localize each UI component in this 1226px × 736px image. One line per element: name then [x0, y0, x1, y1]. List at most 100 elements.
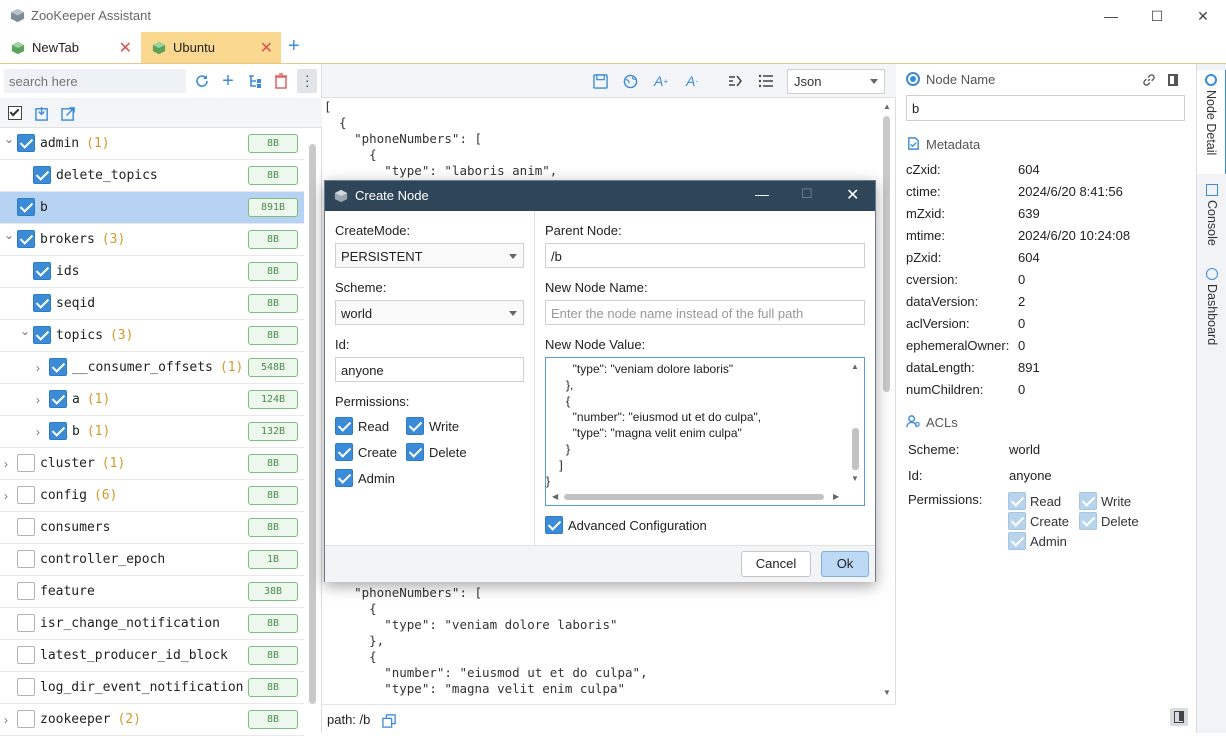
- node-checkbox[interactable]: [17, 486, 35, 504]
- tab-newtab[interactable]: NewTab ✕: [0, 32, 140, 63]
- tree-scrollbar[interactable]: [309, 144, 316, 704]
- dialog-close-icon[interactable]: ✕: [846, 185, 859, 205]
- tree-row[interactable]: b 891B: [0, 192, 304, 224]
- node-checkbox[interactable]: [49, 422, 67, 440]
- tree-row[interactable]: ids 8B: [0, 256, 304, 288]
- node-checkbox[interactable]: [33, 326, 51, 344]
- tree-row[interactable]: seqid 8B: [0, 288, 304, 320]
- tree-row[interactable]: log_dir_event_notification 8B: [0, 672, 304, 704]
- node-checkbox[interactable]: [17, 614, 35, 632]
- scroll-right-icon[interactable]: ▶: [833, 492, 839, 501]
- close-window-button[interactable]: ✕: [1180, 0, 1226, 32]
- new-node-name-input[interactable]: Enter the node name instead of the full …: [545, 300, 865, 325]
- chevron-down-icon[interactable]: ⌄: [20, 324, 30, 338]
- ok-button[interactable]: Ok: [821, 551, 869, 577]
- delete-checkbox[interactable]: [406, 443, 424, 461]
- value-scrollbar[interactable]: [852, 428, 859, 470]
- create-checkbox[interactable]: [335, 443, 353, 461]
- scroll-down-icon[interactable]: ▼: [883, 688, 891, 697]
- node-checkbox[interactable]: [17, 518, 35, 536]
- node-checkbox[interactable]: [17, 134, 35, 152]
- close-tab-icon[interactable]: ✕: [260, 38, 273, 58]
- chevron-right-icon[interactable]: ›: [36, 425, 46, 439]
- more-options-button[interactable]: · · ·: [297, 68, 317, 93]
- node-checkbox[interactable]: [17, 678, 35, 696]
- node-checkbox[interactable]: [49, 358, 67, 376]
- list-icon[interactable]: [757, 72, 775, 90]
- save-icon[interactable]: [591, 72, 609, 90]
- admin-checkbox[interactable]: [335, 469, 353, 487]
- scroll-up-icon[interactable]: ▲: [883, 102, 891, 111]
- tab-node-detail[interactable]: Node Detail: [1197, 70, 1226, 174]
- link-icon[interactable]: [1140, 71, 1158, 89]
- node-checkbox[interactable]: [33, 166, 51, 184]
- add-tab-button[interactable]: +: [288, 35, 300, 58]
- new-node-value-textarea[interactable]: "type": "veniam dolore laboris" }, { "nu…: [545, 357, 865, 506]
- dialog-minimize-icon[interactable]: —: [755, 186, 769, 202]
- tree-row[interactable]: delete_topics 8B: [0, 160, 304, 192]
- chevron-right-icon[interactable]: ›: [36, 393, 46, 407]
- tab-dashboard[interactable]: Dashboard: [1197, 264, 1226, 354]
- delete-icon[interactable]: [272, 72, 290, 90]
- scroll-down-icon[interactable]: ▼: [851, 474, 859, 483]
- tab-console[interactable]: Console: [1197, 180, 1226, 260]
- format-select[interactable]: Json: [787, 69, 885, 94]
- node-checkbox[interactable]: [49, 390, 67, 408]
- tree-row[interactable]: › __consumer_offsets (1) 548B: [0, 352, 304, 384]
- toggle-panel-button[interactable]: [1170, 708, 1188, 726]
- globe-icon[interactable]: [621, 72, 639, 90]
- select-all-checkbox[interactable]: [8, 106, 22, 120]
- parent-node-input[interactable]: /b: [545, 243, 865, 268]
- write-checkbox[interactable]: [406, 417, 424, 435]
- chevron-down-icon[interactable]: ⌄: [4, 132, 14, 146]
- create-mode-select[interactable]: PERSISTENT: [335, 243, 524, 268]
- minimize-button[interactable]: —: [1088, 0, 1134, 32]
- tree-row[interactable]: latest_producer_id_block 8B: [0, 640, 304, 672]
- tree-row[interactable]: controller_epoch 1B: [0, 544, 304, 576]
- scroll-left-icon[interactable]: ◀: [552, 492, 558, 501]
- node-checkbox[interactable]: [17, 454, 35, 472]
- node-checkbox[interactable]: [17, 198, 35, 216]
- copy-path-icon[interactable]: [380, 712, 398, 730]
- node-checkbox[interactable]: [17, 230, 35, 248]
- increase-font-icon[interactable]: A +: [652, 72, 670, 90]
- tree-row[interactable]: › b (1) 132B: [0, 416, 304, 448]
- add-node-icon[interactable]: +: [219, 70, 237, 92]
- import-icon[interactable]: [33, 104, 51, 122]
- tree-row[interactable]: › zookeeper (2) 8B: [0, 704, 304, 736]
- editor-scrollbar[interactable]: [883, 116, 890, 392]
- tree-row[interactable]: › a (1) 124B: [0, 384, 304, 416]
- tree-row[interactable]: feature 38B: [0, 576, 304, 608]
- chevron-right-icon[interactable]: ›: [36, 361, 46, 375]
- search-input[interactable]: [4, 69, 186, 93]
- tree-row[interactable]: › config (6) 8B: [0, 480, 304, 512]
- tree-row[interactable]: isr_change_notification 8B: [0, 608, 304, 640]
- tree-row[interactable]: › cluster (1) 8B: [0, 448, 304, 480]
- chevron-down-icon[interactable]: ⌄: [4, 228, 14, 242]
- scheme-select[interactable]: world: [335, 300, 524, 325]
- close-tab-icon[interactable]: ✕: [119, 38, 132, 58]
- export-icon[interactable]: [59, 104, 77, 122]
- node-checkbox[interactable]: [17, 646, 35, 664]
- chevron-right-icon[interactable]: ›: [4, 457, 14, 471]
- document-icon[interactable]: [1164, 71, 1182, 89]
- cancel-button[interactable]: Cancel: [741, 551, 811, 577]
- value-hscrollbar[interactable]: [564, 494, 824, 500]
- chevron-right-icon[interactable]: ›: [4, 713, 14, 727]
- id-input[interactable]: anyone: [335, 357, 524, 382]
- node-checkbox[interactable]: [17, 710, 35, 728]
- tree-row[interactable]: consumers 8B: [0, 512, 304, 544]
- node-checkbox[interactable]: [33, 294, 51, 312]
- node-checkbox[interactable]: [17, 582, 35, 600]
- chevron-right-icon[interactable]: ›: [4, 489, 14, 503]
- read-checkbox[interactable]: [335, 417, 353, 435]
- tab-ubuntu[interactable]: Ubuntu ✕: [141, 32, 281, 63]
- advanced-config-checkbox[interactable]: [545, 516, 563, 534]
- tree-row[interactable]: ⌄ admin (1) 8B: [0, 128, 304, 160]
- node-checkbox[interactable]: [17, 550, 35, 568]
- tree-row[interactable]: ⌄ topics (3) 8B: [0, 320, 304, 352]
- decrease-font-icon[interactable]: A-: [683, 72, 701, 90]
- node-checkbox[interactable]: [33, 262, 51, 280]
- node-name-field[interactable]: b: [906, 95, 1185, 121]
- format-code-icon[interactable]: [726, 72, 744, 90]
